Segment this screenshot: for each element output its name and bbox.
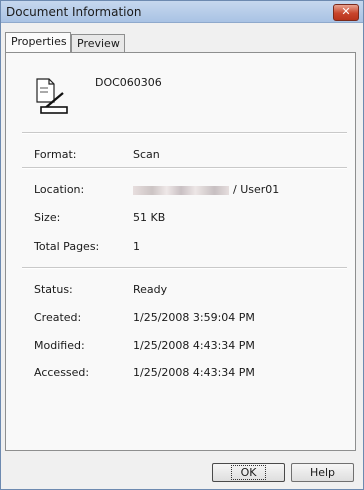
- ok-button-label: OK: [230, 465, 267, 480]
- close-button[interactable]: ✕: [333, 4, 359, 21]
- format-label: Format:: [34, 148, 77, 161]
- location-label: Location:: [34, 183, 85, 196]
- ok-button[interactable]: OK: [212, 463, 285, 482]
- size-value: 51 KB: [133, 211, 166, 224]
- help-button-label: Help: [309, 466, 336, 479]
- modified-label: Modified:: [34, 339, 85, 352]
- document-name: DOC060306: [95, 76, 162, 89]
- total-pages-value: 1: [133, 240, 140, 253]
- tab-preview[interactable]: Preview: [71, 34, 125, 52]
- accessed-label: Accessed:: [34, 366, 90, 379]
- created-label: Created:: [34, 311, 82, 324]
- status-label: Status:: [34, 283, 73, 296]
- accessed-value: 1/25/2008 4:43:34 PM: [133, 366, 255, 379]
- modified-value: 1/25/2008 4:43:34 PM: [133, 339, 255, 352]
- divider: [22, 167, 347, 169]
- dialog-title: Document Information: [6, 5, 142, 19]
- close-icon: ✕: [341, 5, 351, 18]
- scan-document-icon: [36, 78, 68, 114]
- location-user: / User01: [233, 183, 280, 196]
- title-bar: Document Information ✕: [1, 1, 363, 23]
- help-button[interactable]: Help: [291, 463, 354, 482]
- status-value: Ready: [133, 283, 168, 296]
- size-label: Size:: [34, 211, 61, 224]
- tab-properties[interactable]: Properties: [5, 32, 71, 52]
- divider: [22, 267, 347, 269]
- format-value: Scan: [133, 148, 160, 161]
- total-pages-label: Total Pages:: [34, 240, 100, 253]
- location-value: / User01: [133, 183, 279, 196]
- redacted-location-path: [133, 185, 229, 195]
- divider: [22, 132, 347, 134]
- created-value: 1/25/2008 3:59:04 PM: [133, 311, 255, 324]
